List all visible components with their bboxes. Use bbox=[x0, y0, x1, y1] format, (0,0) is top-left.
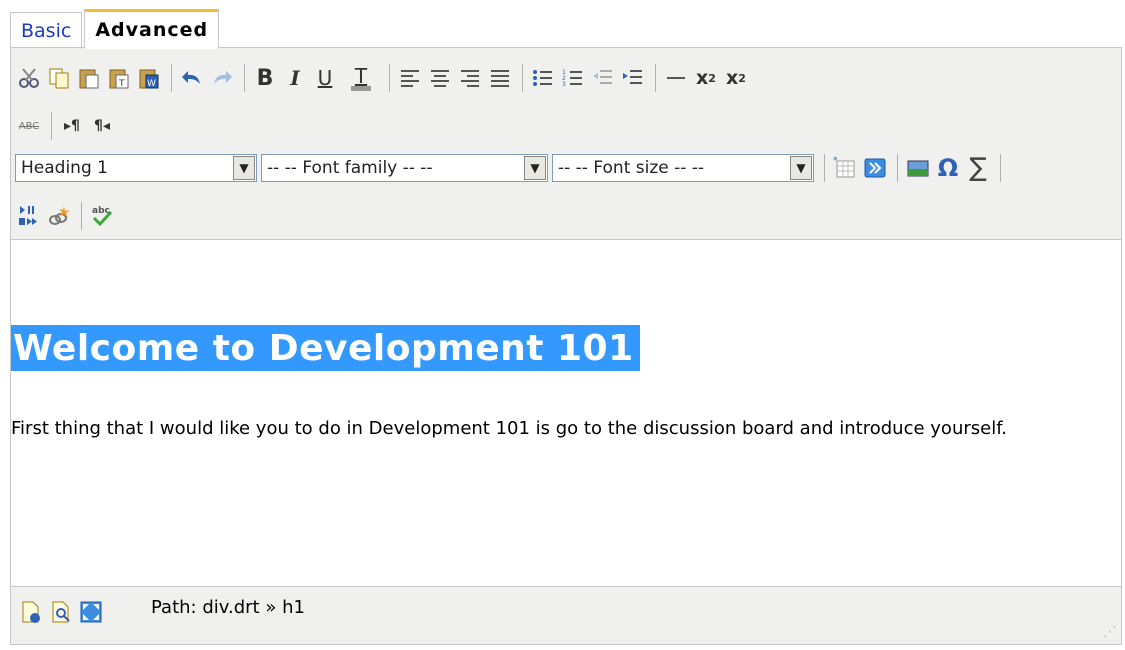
special-character-icon[interactable]: Ω bbox=[934, 153, 962, 183]
tab-basic[interactable]: Basic bbox=[10, 12, 83, 48]
fullscreen-icon[interactable] bbox=[77, 597, 105, 627]
chevron-down-icon[interactable]: ▼ bbox=[233, 156, 255, 180]
subscript-icon[interactable]: x2 bbox=[692, 63, 720, 93]
chevron-down-icon[interactable]: ▼ bbox=[524, 156, 546, 180]
editor-content-area[interactable]: Welcome to Development 101 First thing t… bbox=[11, 241, 1121, 586]
preview-icon[interactable] bbox=[47, 597, 75, 627]
ltr-icon[interactable]: ▸¶ bbox=[58, 111, 86, 141]
insert-table-icon[interactable]: * bbox=[831, 153, 859, 183]
toolbar-separator bbox=[522, 64, 523, 92]
font-family-value: -- -- Font family -- -- bbox=[267, 158, 433, 178]
chevron-down-icon[interactable]: ▼ bbox=[790, 156, 812, 180]
toolbar-separator bbox=[51, 112, 52, 140]
redo-icon[interactable] bbox=[208, 63, 236, 93]
selected-heading[interactable]: Welcome to Development 101 bbox=[11, 325, 640, 371]
bold-icon[interactable]: B bbox=[251, 63, 279, 93]
indent-icon[interactable] bbox=[619, 63, 647, 93]
tab-basic-label: Basic bbox=[21, 19, 72, 42]
align-center-icon[interactable] bbox=[426, 63, 454, 93]
align-right-icon[interactable] bbox=[456, 63, 484, 93]
toolbar-separator bbox=[897, 154, 898, 182]
strikethrough-icon[interactable]: ABC bbox=[15, 111, 43, 141]
font-family-select[interactable]: -- -- Font family -- -- ▼ bbox=[261, 154, 548, 182]
status-icons bbox=[17, 597, 107, 627]
paste-word-icon[interactable]: W bbox=[135, 63, 163, 93]
toolbar-separator bbox=[1000, 154, 1001, 182]
tab-advanced-label: Advanced bbox=[95, 19, 209, 41]
insert-image-icon[interactable] bbox=[904, 153, 932, 183]
toolbar-row-3: Heading 1 ▼ -- -- Font family -- -- ▼ -- -… bbox=[15, 150, 1007, 186]
bullet-list-icon[interactable] bbox=[529, 63, 557, 93]
copy-icon[interactable] bbox=[45, 63, 73, 93]
media-icon[interactable] bbox=[15, 201, 43, 231]
svg-text:*: * bbox=[833, 156, 838, 166]
toolbar-separator bbox=[389, 64, 390, 92]
body-paragraph[interactable]: First thing that I would like you to do … bbox=[11, 417, 1071, 441]
insert-link-icon[interactable] bbox=[861, 153, 889, 183]
toolbar-separator bbox=[81, 202, 82, 230]
toolbar-row-4: abc bbox=[15, 198, 118, 234]
element-path: Path: div.drt » h1 bbox=[151, 597, 305, 618]
block-format-value: Heading 1 bbox=[21, 158, 108, 178]
resize-grip-icon[interactable]: ⋰ bbox=[1103, 624, 1117, 640]
paste-text-icon[interactable]: T bbox=[105, 63, 133, 93]
toolbar-separator bbox=[655, 64, 656, 92]
toolbar-separator bbox=[824, 154, 825, 182]
rtl-icon[interactable]: ¶◂ bbox=[88, 111, 116, 141]
toolbar-row-1: T W B I U T 123 x2 x2 bbox=[15, 60, 752, 96]
tab-bar: Basic Advanced bbox=[10, 8, 221, 49]
cut-icon[interactable] bbox=[15, 63, 43, 93]
superscript-icon[interactable]: x2 bbox=[722, 63, 750, 93]
toolbar-separator bbox=[244, 64, 245, 92]
paste-icon[interactable] bbox=[75, 63, 103, 93]
italic-icon[interactable]: I bbox=[281, 63, 309, 93]
editor-toolbar: T W B I U T 123 x2 x2 ABC ▸¶ ¶◂ Heading … bbox=[11, 48, 1121, 240]
font-size-select[interactable]: -- -- Font size -- -- ▼ bbox=[552, 154, 814, 182]
rich-text-editor: T W B I U T 123 x2 x2 ABC ▸¶ ¶◂ Heading … bbox=[10, 47, 1122, 645]
new-document-icon[interactable] bbox=[17, 597, 45, 627]
toolbar-separator bbox=[171, 64, 172, 92]
toolbar-row-2: ABC ▸¶ ¶◂ bbox=[15, 108, 118, 144]
math-sum-icon[interactable]: ∑ bbox=[964, 153, 992, 183]
status-bar: Path: div.drt » h1 ⋰ bbox=[11, 586, 1121, 644]
block-format-select[interactable]: Heading 1 ▼ bbox=[15, 154, 257, 182]
align-justify-icon[interactable] bbox=[486, 63, 514, 93]
svg-text:3: 3 bbox=[562, 81, 566, 88]
outdent-icon[interactable] bbox=[589, 63, 617, 93]
font-size-value: -- -- Font size -- -- bbox=[558, 158, 705, 178]
svg-text:W: W bbox=[147, 79, 156, 89]
svg-text:T: T bbox=[118, 79, 125, 89]
underline-icon[interactable]: U bbox=[311, 63, 339, 93]
anchor-link-icon[interactable] bbox=[45, 201, 73, 231]
undo-icon[interactable] bbox=[178, 63, 206, 93]
numbered-list-icon[interactable]: 123 bbox=[559, 63, 587, 93]
align-left-icon[interactable] bbox=[396, 63, 424, 93]
horizontal-rule-icon[interactable] bbox=[662, 63, 690, 93]
tab-advanced[interactable]: Advanced bbox=[84, 9, 220, 49]
text-color-icon[interactable]: T bbox=[341, 63, 381, 93]
spellcheck-icon[interactable]: abc bbox=[88, 201, 116, 231]
